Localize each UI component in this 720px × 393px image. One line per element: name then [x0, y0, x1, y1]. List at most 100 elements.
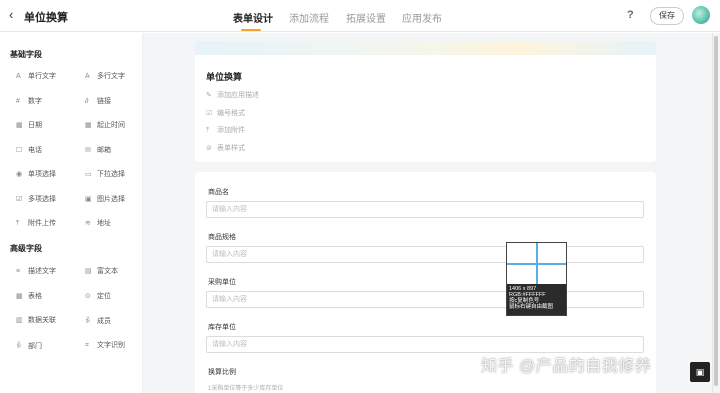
field-label: 图片选择 [97, 196, 125, 203]
form-title[interactable]: 单位换算 [206, 70, 242, 83]
field-label: 多行文字 [97, 73, 125, 80]
avatar[interactable] [692, 6, 710, 24]
field-ocr[interactable]: ⌗ 文字识别 [85, 340, 125, 350]
scan-icon: ⌗ [85, 342, 89, 349]
field-single-line-text[interactable]: A 单行文字 [16, 71, 56, 81]
add-attachment-option[interactable]: ⤒ 添加附件 [206, 125, 245, 135]
scrollbar-thumb[interactable] [714, 36, 718, 386]
text-icon: A [16, 73, 21, 80]
field-rich-text[interactable]: ▤ 富文本 [85, 266, 118, 276]
text-icon: A [85, 73, 90, 80]
person-icon: ꆜ [85, 318, 91, 325]
upload-icon: ⤒ [206, 127, 210, 134]
stock-unit-label: 库存单位 [208, 324, 236, 331]
field-phone[interactable]: ☐ 电话 [16, 145, 42, 155]
field-label: 地址 [97, 220, 111, 227]
field-dropdown[interactable]: ▭ 下拉选择 [85, 169, 125, 179]
form-header-card [195, 55, 656, 162]
calendar-icon: ▦ [85, 122, 92, 129]
field-label: 多项选择 [28, 196, 56, 203]
field-label: 日期 [28, 122, 42, 129]
field-member[interactable]: ꆜ 成员 [85, 315, 111, 326]
tab-add-flow[interactable]: 添加流程 [289, 10, 329, 25]
color-picker-info: 1406 x 897 RGB:#FFFFFF 按c复制色号 鼠标右键自由截图 [507, 284, 566, 315]
relation-icon: ▥ [16, 317, 23, 324]
product-spec-input[interactable]: 请输入内容 [206, 246, 644, 263]
number-format-option[interactable]: ☑ 编号格式 [206, 108, 245, 118]
field-date-range[interactable]: ▦ 起止时间 [85, 120, 125, 130]
advanced-fields-title: 高级字段 [10, 244, 42, 253]
field-label: 数据关联 [28, 317, 56, 324]
address-icon: ≋ [85, 220, 91, 227]
option-label: 表单样式 [217, 145, 245, 152]
conversion-ratio-hint: 1采购单位等于多少库存单位 [208, 386, 284, 392]
purchase-unit-label: 采购单位 [208, 279, 236, 286]
option-label: 添加应用描述 [217, 92, 259, 99]
field-date[interactable]: ▦ 日期 [16, 120, 42, 130]
dropdown-icon: ▭ [85, 171, 92, 178]
option-label: 添加附件 [217, 127, 245, 134]
field-email[interactable]: ✉ 邮箱 [85, 145, 111, 155]
field-sidebar [0, 33, 143, 393]
product-name-label: 商品名 [208, 189, 229, 196]
field-label: 数字 [28, 98, 42, 105]
style-icon: ⊘ [206, 145, 212, 152]
link-icon: ∂ [85, 98, 89, 105]
table-icon: ▦ [16, 293, 23, 300]
field-single-choice[interactable]: ◉ 单项选择 [16, 169, 56, 179]
help-icon[interactable]: ? [627, 9, 634, 21]
field-image-choice[interactable]: ▣ 图片选择 [85, 194, 125, 204]
image-icon: ▣ [85, 196, 92, 203]
tab-bar: 表单设计 添加流程 拓展设置 应用发布 [0, 0, 720, 32]
calendar-icon: ▦ [16, 122, 23, 129]
field-label: 富文本 [97, 268, 118, 275]
radio-icon: ◉ [16, 171, 23, 178]
field-number[interactable]: # 数字 [16, 96, 42, 106]
checkbox-icon: ☑ [16, 196, 23, 203]
field-label: 单项选择 [28, 171, 56, 178]
tab-extend-settings[interactable]: 拓展设置 [346, 10, 386, 25]
mail-icon: ✉ [85, 147, 91, 154]
field-multi-choice[interactable]: ☑ 多项选择 [16, 194, 56, 204]
field-label: 描述文字 [28, 268, 56, 275]
field-data-relation[interactable]: ▥ 数据关联 [16, 315, 56, 325]
upload-icon: ⤒ [16, 220, 20, 227]
field-address[interactable]: ≋ 地址 [85, 218, 111, 228]
rich-text-icon: ▤ [85, 268, 92, 275]
phone-icon: ☐ [16, 147, 23, 154]
tab-app-publish[interactable]: 应用发布 [402, 10, 442, 25]
stock-unit-input[interactable]: 请输入内容 [206, 336, 644, 353]
field-label: 邮箱 [97, 147, 111, 154]
field-label: 表格 [28, 293, 42, 300]
feedback-icon[interactable]: ▣ [690, 362, 710, 382]
field-link[interactable]: ∂ 链接 [85, 96, 111, 106]
field-description-text[interactable]: ≡ 描述文字 [16, 266, 56, 276]
location-icon: ⊙ [85, 293, 91, 300]
field-location[interactable]: ⊙ 定位 [85, 291, 111, 301]
person-icon: ꆜ [16, 343, 22, 350]
save-button[interactable]: 保存 [650, 7, 684, 25]
basic-fields-title: 基础字段 [10, 50, 42, 59]
conversion-ratio-label: 换算比例 [208, 369, 236, 376]
add-description-option[interactable]: ✎ 添加应用描述 [206, 90, 259, 100]
field-department[interactable]: ꆜ 部门 [16, 340, 42, 351]
product-spec-label: 商品规格 [208, 234, 236, 241]
picker-capture-hint: 鼠标右键自由截图 [509, 304, 554, 310]
field-label: 附件上传 [28, 220, 56, 227]
tab-form-design[interactable]: 表单设计 [233, 10, 273, 25]
field-table[interactable]: ▦ 表格 [16, 291, 42, 301]
field-label: 链接 [97, 98, 111, 105]
field-attachment[interactable]: ⤒ 附件上传 [16, 218, 56, 228]
field-label: 下拉选择 [97, 171, 125, 178]
field-label: 定位 [97, 293, 111, 300]
form-style-option[interactable]: ⊘ 表单样式 [206, 143, 245, 153]
field-label: 电话 [28, 147, 42, 154]
form-banner [195, 41, 656, 55]
edit-icon: ✎ [206, 92, 212, 99]
purchase-unit-input[interactable]: 请输入内容 [206, 291, 644, 308]
watermark: 知乎 @产品的自我修养 [481, 358, 652, 375]
field-multi-line-text[interactable]: A 多行文字 [85, 71, 125, 81]
field-label: 成员 [97, 318, 111, 325]
option-label: 编号格式 [217, 110, 245, 117]
product-name-input[interactable]: 请输入内容 [206, 201, 644, 218]
